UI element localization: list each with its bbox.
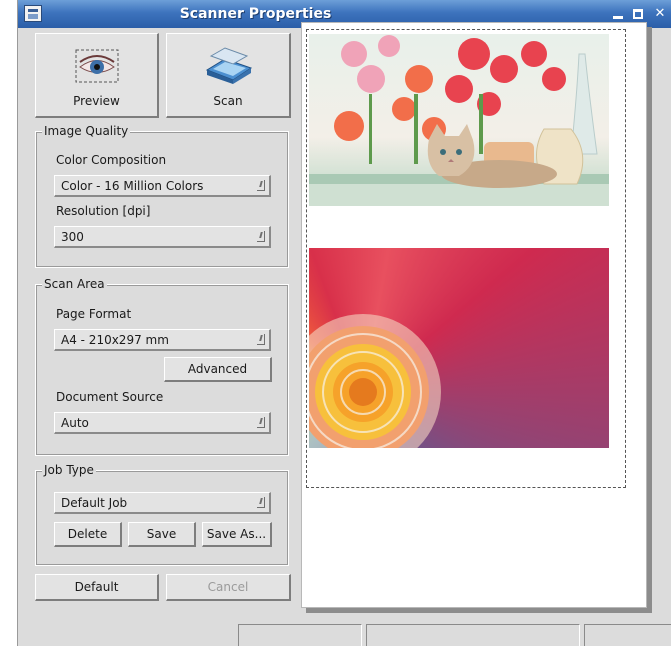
save-as-button[interactable]: Save As... bbox=[202, 522, 272, 547]
resolution-combo[interactable]: 300 bbox=[54, 226, 271, 248]
petals-illustration bbox=[309, 314, 441, 448]
document-source-value: Auto bbox=[61, 416, 89, 430]
flatbed-scanner-icon bbox=[205, 47, 253, 84]
job-type-value: Default Job bbox=[61, 496, 128, 510]
flowers-cat-illustration bbox=[309, 35, 609, 206]
document-source-combo[interactable]: Auto bbox=[54, 412, 271, 434]
status-bar-segment bbox=[584, 624, 671, 646]
preview-photo-petals bbox=[309, 248, 609, 448]
color-composition-value: Color - 16 Million Colors bbox=[61, 179, 204, 193]
resolution-label: Resolution [dpi] bbox=[56, 204, 151, 218]
color-composition-label: Color Composition bbox=[56, 153, 167, 167]
resolution-value: 300 bbox=[61, 230, 84, 244]
page-format-combo[interactable]: A4 - 210x297 mm bbox=[54, 329, 271, 351]
cancel-button[interactable]: Cancel bbox=[166, 574, 291, 601]
scanner-properties-window: Scanner Properties ✕ Preview Scan Image … bbox=[17, 0, 671, 646]
image-quality-title: Image Quality bbox=[42, 124, 131, 138]
scan-area-title: Scan Area bbox=[42, 277, 107, 291]
close-button[interactable]: ✕ bbox=[650, 4, 670, 24]
maximize-button[interactable] bbox=[628, 4, 648, 24]
scan-area-group: Scan Area Page Format A4 - 210x297 mm Ad… bbox=[35, 277, 289, 456]
combo-arrow-icon bbox=[257, 180, 265, 191]
preview-photo-flowers-cat bbox=[309, 34, 609, 206]
preview-label: Preview bbox=[73, 94, 120, 108]
combo-arrow-icon bbox=[257, 231, 265, 242]
status-bar-segment bbox=[366, 624, 580, 646]
scan-region-selection[interactable] bbox=[306, 29, 626, 488]
image-quality-group: Image Quality Color Composition Color - … bbox=[35, 124, 289, 268]
page-format-label: Page Format bbox=[56, 307, 132, 321]
combo-arrow-icon bbox=[257, 417, 265, 428]
color-composition-combo[interactable]: Color - 16 Million Colors bbox=[54, 175, 271, 197]
preview-button[interactable]: Preview bbox=[35, 33, 159, 118]
combo-arrow-icon bbox=[257, 334, 265, 345]
job-type-title: Job Type bbox=[42, 463, 96, 477]
advanced-button[interactable]: Advanced bbox=[164, 357, 272, 382]
minimize-button[interactable] bbox=[608, 4, 628, 24]
page-format-value: A4 - 210x297 mm bbox=[61, 333, 169, 347]
document-source-label: Document Source bbox=[56, 390, 164, 404]
default-button[interactable]: Default bbox=[35, 574, 159, 601]
eye-preview-icon bbox=[75, 49, 119, 83]
job-type-combo[interactable]: Default Job bbox=[54, 492, 271, 514]
window-title: Scanner Properties bbox=[179, 6, 332, 22]
scan-preview-pane[interactable] bbox=[301, 22, 647, 608]
job-type-group: Job Type Default Job Delete Save Save As… bbox=[35, 463, 289, 566]
status-bar-segment bbox=[238, 624, 362, 646]
save-button[interactable]: Save bbox=[128, 522, 196, 547]
scan-button[interactable]: Scan bbox=[166, 33, 291, 118]
combo-arrow-icon bbox=[257, 497, 265, 508]
scan-label: Scan bbox=[213, 94, 243, 108]
delete-button[interactable]: Delete bbox=[54, 522, 122, 547]
